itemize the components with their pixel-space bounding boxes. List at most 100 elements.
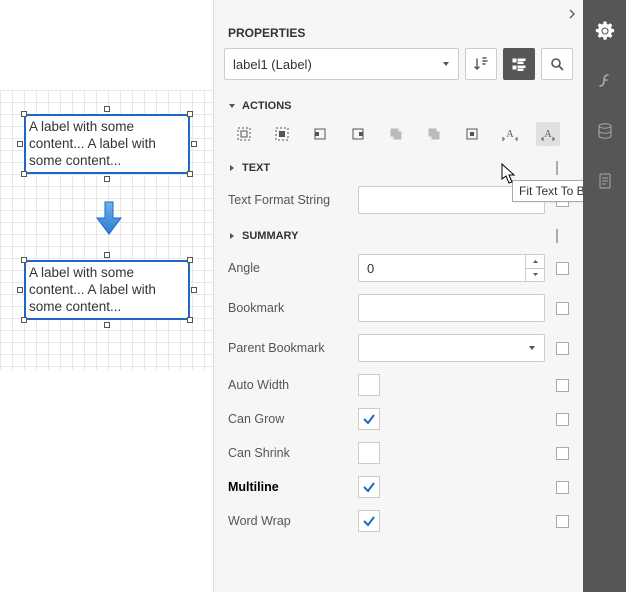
- search-icon: [549, 56, 565, 72]
- resize-handle[interactable]: [21, 257, 27, 263]
- action-fit-bounds[interactable]: [232, 122, 256, 146]
- override-indicator[interactable]: [556, 161, 558, 175]
- prop-label: Word Wrap: [228, 514, 358, 528]
- action-fit-bounds-alt[interactable]: [270, 122, 294, 146]
- prop-label: Bookmark: [228, 301, 358, 315]
- angle-value: 0: [359, 255, 525, 281]
- database-icon: [595, 121, 615, 141]
- action-center[interactable]: [460, 122, 484, 146]
- section-text-header[interactable]: Text: [214, 152, 583, 180]
- can-grow-checkbox[interactable]: [358, 408, 380, 430]
- can-shrink-checkbox[interactable]: [358, 442, 380, 464]
- prop-label: Can Shrink: [228, 446, 358, 460]
- resize-handle[interactable]: [17, 141, 23, 147]
- resize-handle[interactable]: [17, 287, 23, 293]
- prop-label: Can Grow: [228, 412, 358, 426]
- prop-word-wrap: Word Wrap: [214, 504, 583, 538]
- override-indicator[interactable]: [556, 515, 569, 528]
- properties-panel: PROPERTIES label1 (Label): [213, 0, 583, 592]
- spinner-down[interactable]: [526, 269, 544, 282]
- bookmark-input[interactable]: [358, 294, 545, 322]
- list-category-icon: [511, 56, 527, 72]
- resize-handle[interactable]: [187, 171, 193, 177]
- resize-handle[interactable]: [187, 111, 193, 117]
- sidebar-tab-properties[interactable]: [583, 10, 626, 52]
- prop-auto-width: Auto Width: [214, 368, 583, 402]
- action-send-back: [384, 122, 408, 146]
- override-indicator[interactable]: [556, 413, 569, 426]
- action-bring-front: [422, 122, 446, 146]
- section-actions-header[interactable]: Actions: [214, 90, 583, 118]
- caret-down-icon: [228, 102, 236, 110]
- action-fit-bounds-to-text[interactable]: A: [498, 122, 522, 146]
- resize-handle[interactable]: [21, 111, 27, 117]
- prop-can-grow: Can Grow: [214, 402, 583, 436]
- search-button[interactable]: [541, 48, 573, 80]
- override-indicator[interactable]: [556, 481, 569, 494]
- element-selector-dropdown[interactable]: label1 (Label): [224, 48, 459, 80]
- resize-handle[interactable]: [191, 287, 197, 293]
- right-sidebar: [583, 0, 626, 592]
- actions-toolbar: A A: [214, 118, 583, 152]
- resize-handle[interactable]: [104, 176, 110, 182]
- action-fit-text-to-bounds[interactable]: A: [536, 122, 560, 146]
- sidebar-tab-expressions[interactable]: [583, 60, 626, 102]
- resize-handle[interactable]: [104, 252, 110, 258]
- override-indicator[interactable]: [556, 447, 569, 460]
- caret-down-icon: [442, 60, 450, 68]
- prop-label: Parent Bookmark: [228, 341, 358, 355]
- prop-angle: Angle 0: [214, 248, 583, 288]
- document-icon: [595, 171, 615, 191]
- gear-icon: [595, 21, 615, 41]
- tooltip: Fit Text To Bounds: [512, 180, 583, 202]
- resize-handle[interactable]: [187, 257, 193, 263]
- resize-handle[interactable]: [21, 317, 27, 323]
- resize-handle[interactable]: [187, 317, 193, 323]
- function-icon: [595, 71, 615, 91]
- section-summary-header[interactable]: Summary: [214, 220, 583, 248]
- multiline-checkbox[interactable]: [358, 476, 380, 498]
- override-indicator[interactable]: [556, 262, 569, 275]
- word-wrap-checkbox[interactable]: [358, 510, 380, 532]
- section-actions-label: Actions: [242, 100, 292, 112]
- override-indicator[interactable]: [556, 229, 558, 243]
- resize-handle[interactable]: [104, 106, 110, 112]
- prop-label: Auto Width: [228, 378, 358, 392]
- resize-handle[interactable]: [21, 171, 27, 177]
- label-box-before[interactable]: A label with some content... A label wit…: [24, 114, 190, 174]
- override-indicator[interactable]: [556, 342, 569, 355]
- prop-label: Multiline: [228, 480, 358, 494]
- prop-bookmark: Bookmark: [214, 288, 583, 328]
- label-box-after[interactable]: A label with some content... A label wit…: [24, 260, 190, 320]
- sidebar-tab-reports[interactable]: [583, 160, 626, 202]
- label-text-after: A label with some content... A label wit…: [29, 265, 156, 314]
- sort-icon: [473, 56, 489, 72]
- section-summary-label: Summary: [242, 230, 298, 242]
- prop-can-shrink: Can Shrink: [214, 436, 583, 470]
- prop-parent-bookmark: Parent Bookmark: [214, 328, 583, 368]
- caret-right-icon: [228, 232, 236, 240]
- resize-handle[interactable]: [191, 141, 197, 147]
- prop-label: Angle: [228, 261, 358, 275]
- resize-handle[interactable]: [104, 322, 110, 328]
- prop-multiline: Multiline: [214, 470, 583, 504]
- collapse-panel-button[interactable]: [567, 7, 577, 17]
- design-canvas[interactable]: A label with some content... A label wit…: [0, 0, 213, 592]
- action-align-right[interactable]: [346, 122, 370, 146]
- parent-bookmark-dropdown[interactable]: [358, 334, 545, 362]
- caret-down-icon: [528, 344, 536, 352]
- caret-right-icon: [228, 164, 236, 172]
- category-view-button[interactable]: [503, 48, 535, 80]
- svg-text:A: A: [544, 129, 552, 140]
- spinner-up[interactable]: [526, 255, 544, 269]
- auto-width-checkbox[interactable]: [358, 374, 380, 396]
- prop-label: Text Format String: [228, 193, 358, 207]
- action-align-left[interactable]: [308, 122, 332, 146]
- label-text-before: A label with some content... A label wit…: [29, 119, 156, 168]
- sort-button[interactable]: [465, 48, 497, 80]
- override-indicator[interactable]: [556, 379, 569, 392]
- sidebar-tab-data[interactable]: [583, 110, 626, 152]
- panel-title: PROPERTIES: [214, 24, 583, 48]
- angle-input[interactable]: 0: [358, 254, 545, 282]
- override-indicator[interactable]: [556, 302, 569, 315]
